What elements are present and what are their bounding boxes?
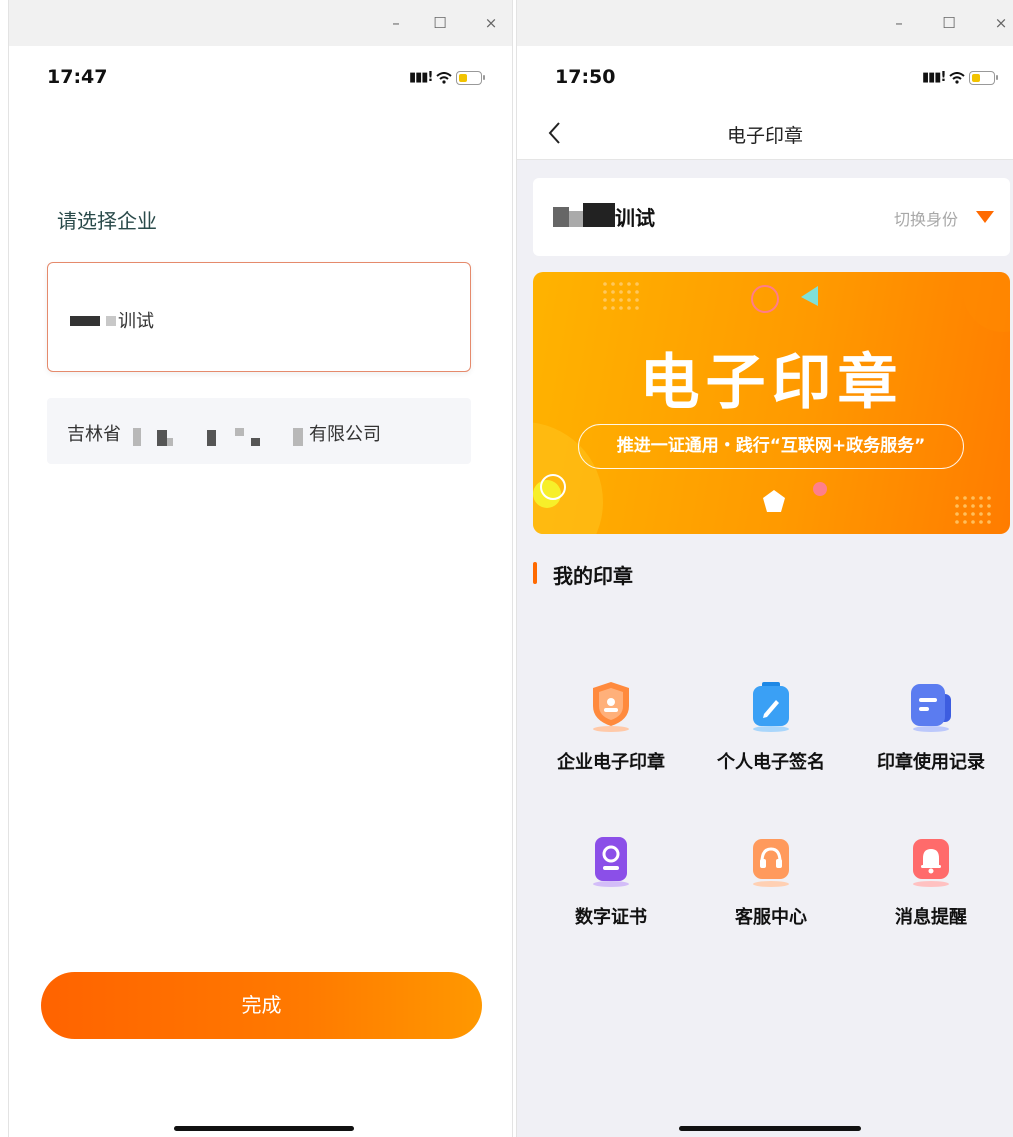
page-heading: 请选择企业 [57,209,157,233]
battery-icon [456,70,486,85]
redacted-text [569,211,583,227]
grid-item-customer-service[interactable]: 客服中心 [691,835,851,945]
grid-item-label: 数字证书 [575,907,647,928]
grid-item-label: 客服中心 [735,907,807,928]
company-option[interactable]: 吉林省 有限公司 [47,398,471,464]
redacted-text [293,428,303,446]
certificate-icon [593,837,629,887]
minimize-button[interactable]: – [386,13,406,33]
promo-banner: 电子印章 推进一证通用・践行“互联网+政务服务” [533,272,1010,534]
company-option-selected[interactable]: 训试 [47,262,471,372]
redacted-text [70,316,100,326]
navigation-bar: 电子印章 [517,108,1013,160]
section-accent-bar [533,562,537,584]
wifi-icon [436,71,453,84]
dropdown-triangle-icon[interactable] [976,211,994,223]
bell-icon [913,839,949,887]
close-button[interactable]: × [481,13,501,33]
grid-item-seal-usage-record[interactable]: 印章使用记录 [851,680,1011,790]
grid-item-digital-certificate[interactable]: 数字证书 [531,835,691,945]
grid-item-message-reminder[interactable]: 消息提醒 [851,835,1011,945]
status-time: 17:47 [47,66,108,88]
record-chat-icon [911,684,951,732]
status-bar: 17:50 ▮▮▮! [517,46,1013,108]
grid-item-personal-signature[interactable]: 个人电子签名 [691,680,851,790]
identity-card: 训试 切换身份 [533,178,1010,256]
shield-icon [593,682,629,732]
redacted-text [106,316,116,326]
minimize-button[interactable]: – [889,13,909,33]
window-titlebar: – ☐ × [9,0,512,46]
identity-name: 训试 [615,206,655,230]
signal-icon: ▮▮▮! [922,70,946,85]
maximize-button[interactable]: ☐ [430,13,450,33]
home-indicator [174,1126,354,1131]
maximize-button[interactable]: ☐ [939,13,959,33]
redacted-text [157,430,167,446]
redacted-text [553,207,569,227]
company-name-prefix: 吉林省 [67,424,121,445]
home-indicator [679,1126,861,1131]
page-title: 电子印章 [726,125,803,147]
left-phone-window: – ☐ × 17:47 ▮▮▮! 请选择企业 训试 吉林省 有限公司 完成 [8,0,513,1137]
section-title: 我的印章 [553,564,633,588]
grid-item-label: 印章使用记录 [877,752,985,773]
grid-item-label: 个人电子签名 [717,752,825,773]
status-time: 17:50 [555,66,616,88]
grid-item-label: 消息提醒 [895,907,967,928]
company-name-suffix: 有限公司 [309,424,381,445]
status-icons: ▮▮▮! [922,70,999,85]
redacted-text [583,203,615,227]
signal-icon: ▮▮▮! [409,70,433,85]
redacted-text [235,428,244,436]
wifi-icon [949,71,966,84]
grid-item-label: 企业电子印章 [557,752,665,773]
close-button[interactable]: × [991,13,1011,33]
right-phone-window: – ☐ × 17:50 ▮▮▮! 电子印章 训试 切换身份 电子印章 推进一证通… [516,0,1013,1137]
company-name: 训试 [118,311,154,332]
redacted-text [251,438,260,446]
done-button[interactable]: 完成 [41,972,482,1039]
window-titlebar: – ☐ × [517,0,1013,46]
status-icons: ▮▮▮! [409,70,486,85]
headset-icon [753,839,789,887]
pen-clipboard-icon [753,682,789,732]
redacted-text [207,430,216,446]
battery-icon [969,70,999,85]
banner-slogan: 推进一证通用・践行“互联网+政务服务” [578,424,964,469]
banner-title: 电子印章 [639,348,904,418]
status-bar: 17:47 ▮▮▮! [9,46,512,108]
switch-identity-link[interactable]: 切换身份 [894,206,958,230]
grid-item-enterprise-seal[interactable]: 企业电子印章 [531,680,691,790]
redacted-text [167,438,173,446]
redacted-text [133,428,141,446]
